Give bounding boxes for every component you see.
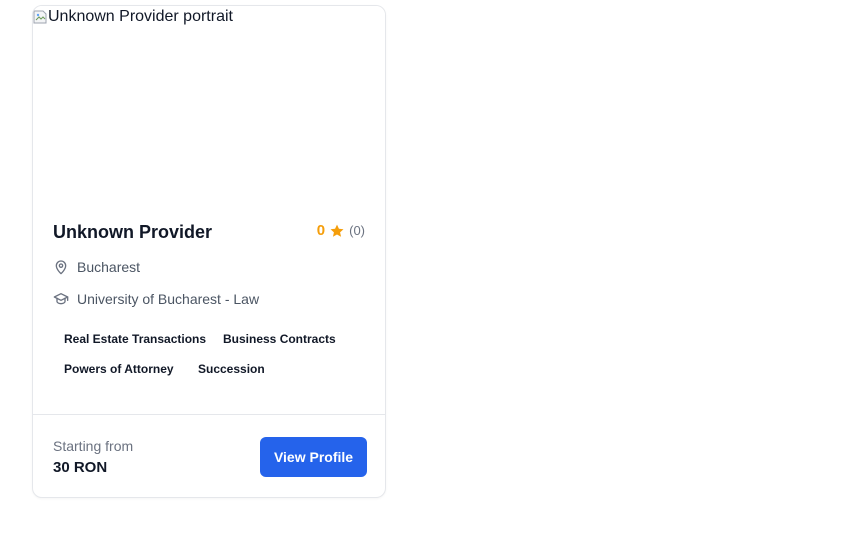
price-block: Starting from 30 RON — [53, 437, 133, 477]
portrait-alt-text: Unknown Provider portrait — [48, 8, 233, 25]
rating-count: (0) — [349, 223, 365, 238]
card-divider — [33, 414, 385, 415]
education-text: University of Bucharest - Law — [77, 291, 260, 307]
price-value: 30 RON — [53, 459, 108, 476]
portrait-broken-image: Unknown Provider portrait — [33, 8, 233, 26]
location-text: Bucharest — [77, 259, 141, 275]
location-row: Bucharest — [53, 259, 140, 275]
specialty-tag: Real Estate Transactions — [53, 328, 218, 350]
rating-value: 0 — [316, 222, 326, 239]
map-pin-icon — [53, 259, 69, 275]
price-label: Starting from — [53, 438, 134, 454]
graduation-cap-icon — [53, 291, 69, 307]
rating: 0 (0) — [317, 222, 365, 239]
name-row: Unknown Provider 0 (0) — [53, 220, 365, 246]
specialty-tag: Succession — [187, 358, 276, 380]
provider-portrait: Unknown Provider portrait — [33, 6, 385, 204]
star-icon — [329, 223, 345, 239]
view-profile-button[interactable]: View Profile — [260, 437, 367, 477]
education-row: University of Bucharest - Law — [53, 291, 259, 307]
broken-image-icon — [33, 9, 47, 25]
specialty-tag: Business Contracts — [212, 328, 347, 350]
provider-card: Unknown Provider portrait Unknown Provid… — [32, 5, 386, 498]
provider-name: Unknown Provider — [53, 222, 213, 242]
specialty-tag: Powers of Attorney — [53, 358, 185, 380]
